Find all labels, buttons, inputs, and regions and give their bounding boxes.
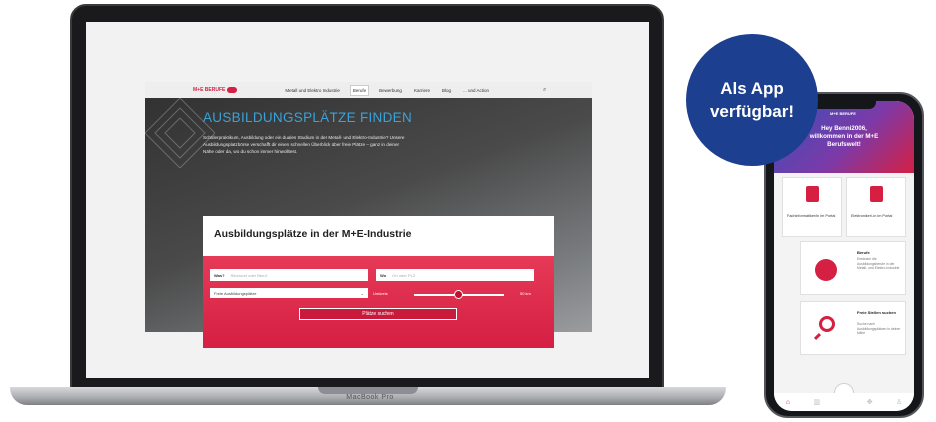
home-icon[interactable]: ⌂ (786, 399, 790, 406)
tile-label: Elektroniker/-in im Portal (851, 214, 893, 218)
wo-label: Wo (380, 272, 387, 278)
type-select[interactable]: Freie Ausbildungsplätze ⌄ (210, 288, 368, 298)
chevron-down-icon: ⌄ (360, 290, 364, 296)
umkreis-label: Umkreis (373, 291, 388, 296)
badge-line-1: Als App (720, 79, 784, 98)
laptop-screen: M+E BERUFE Metall und Elektro Industrie … (86, 22, 649, 378)
search-icon[interactable]: ⌕ (543, 87, 546, 94)
select-value: Freie Ausbildungsplätze (214, 290, 257, 296)
search-card: Ausbildungsplätze in der M+E-Industrie W… (203, 216, 554, 348)
was-placeholder: Stichwort oder Beruf (230, 272, 267, 278)
magnifier-handle-icon (813, 332, 822, 341)
berufe-icon (815, 259, 837, 281)
tile-desc: Suche nach Ausbildungsplätzen in deiner … (857, 322, 901, 335)
nav-item-berufe[interactable]: Berufe (349, 84, 370, 96)
tile-desc: Entdecke die Ausbildungsberufe in der Me… (857, 257, 900, 270)
hero-pattern-icon (145, 98, 215, 168)
phone-notch (812, 101, 876, 109)
tile-label: Fachinformatiker/in im Portal (787, 214, 836, 218)
submit-button[interactable]: Plätze suchen (299, 308, 457, 320)
site-nav: M+E BERUFE Metall und Elektro Industrie … (145, 82, 592, 98)
laptop-notch (318, 387, 418, 394)
nav-item-action[interactable]: ... und Action (461, 86, 491, 95)
search-form: Was? Stichwort oder Beruf Wo Ort oder PL… (203, 256, 554, 348)
was-input[interactable]: Was? Stichwort oder Beruf (210, 269, 368, 281)
nav-item-bewerbung[interactable]: Bewerbung (377, 86, 404, 95)
shop-icon[interactable]: ▥ (813, 398, 820, 406)
website: M+E BERUFE Metall und Elektro Industrie … (145, 82, 592, 348)
profile-icon (870, 186, 883, 202)
tile-title: Berufe (857, 250, 870, 255)
tile-fachinformatiker[interactable]: Fachinformatiker/in im Portal (782, 177, 842, 237)
laptop-brand: MacBook Pro (346, 394, 394, 401)
hero-section: AUSBILDUNGSPLÄTZE FINDEN Schülerpraktiku… (145, 98, 592, 348)
phone-tabbar: ⌂ ▥ ✥ ♙ (774, 393, 914, 411)
tile-berufe[interactable]: Berufe Entdecke die Ausbildungsberufe in… (800, 241, 906, 295)
logo-text: M+E BERUFE (193, 87, 226, 93)
umkreis-slider-handle[interactable] (454, 290, 463, 299)
badge-line-2: verfügbar! (709, 102, 795, 121)
hero-title: AUSBILDUNGSPLÄTZE FINDEN (203, 110, 412, 125)
magnifier-icon (819, 316, 835, 332)
phone-logo: M+E BERUFE (830, 111, 856, 116)
tile-title: Freie Stellen suchen (857, 310, 896, 315)
logo-mark-icon (227, 87, 238, 93)
app-badge: Als App verfügbar! (686, 34, 818, 166)
nav-item-karriere[interactable]: Karriere (412, 86, 432, 95)
wo-input[interactable]: Wo Ort oder PLZ (376, 269, 534, 281)
tile-elektroniker[interactable]: Elektroniker/-in im Portal (846, 177, 906, 237)
nav-item-blog[interactable]: Blog (440, 86, 453, 95)
nav-item-industrie[interactable]: Metall und Elektro Industrie (283, 86, 342, 95)
hero-text: Schülerpraktikum, Ausbildung oder ein du… (203, 135, 405, 154)
site-logo[interactable]: M+E BERUFE (193, 87, 238, 93)
was-label: Was? (214, 272, 225, 278)
profile-icon (806, 186, 819, 202)
gamepad-icon[interactable]: ✥ (867, 398, 873, 406)
umkreis-value: 50 km (520, 291, 531, 296)
tile-freie-stellen[interactable]: Freie Stellen suchen Suche nach Ausbildu… (800, 301, 906, 355)
card-title: Ausbildungsplätze in der M+E-Industrie (214, 228, 412, 240)
user-icon[interactable]: ♙ (896, 398, 902, 406)
wo-placeholder: Ort oder PLZ (392, 272, 416, 278)
